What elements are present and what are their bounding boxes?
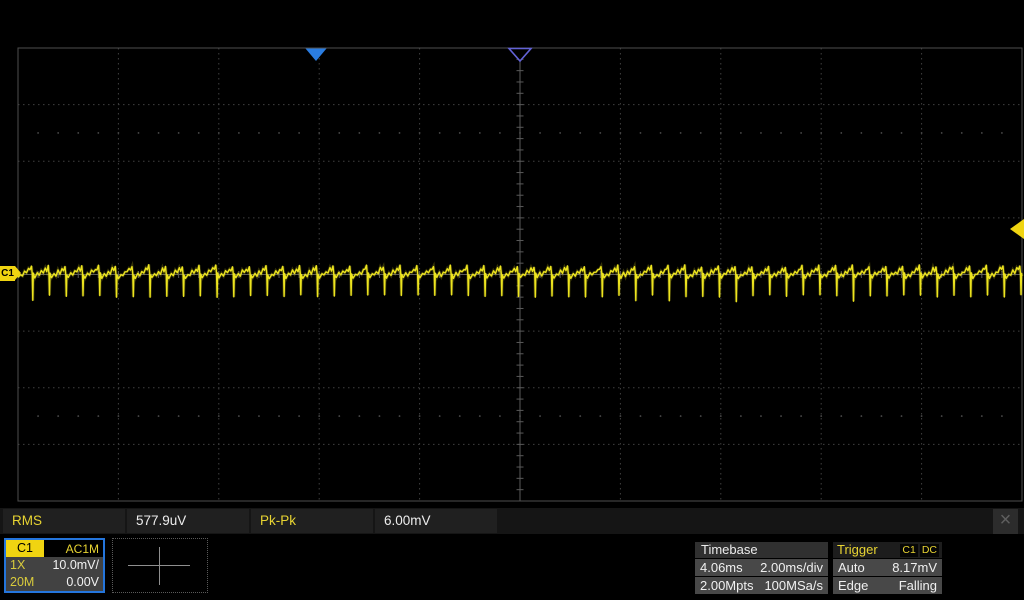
trigger-level-marker[interactable] <box>1010 219 1024 239</box>
bandwidth-limit: 20M <box>10 575 35 589</box>
vertical-offset: 0.00V <box>66 575 99 589</box>
trigger-mode: Auto <box>838 560 865 575</box>
crosshair-icon <box>113 539 207 592</box>
measurement-value-rms: 577.9uV <box>127 509 249 533</box>
trigger-coupling-chip[interactable]: DC <box>919 543 939 557</box>
vertical-scale: 10.0mV/ <box>52 558 99 572</box>
channel-offset-marker-label: C1 <box>1 268 14 279</box>
channel-info-box-c1[interactable]: C1 AC1M 1X 10.0mV/ 20M 0.00V <box>4 538 105 593</box>
trigger-position-marker[interactable] <box>305 48 327 62</box>
timebase-box[interactable]: Timebase 4.06ms 2.00ms/div 2.00Mpts 100M… <box>695 542 828 595</box>
trigger-box[interactable]: Trigger C1 DC Auto 8.17mV Edge Falling <box>833 542 942 595</box>
timebase-row-2: 2.00Mpts 100MSa/s <box>695 577 828 594</box>
timebase-delay: 4.06ms <box>700 560 743 575</box>
memory-depth: 2.00Mpts <box>700 578 754 593</box>
measurement-bar: RMS 577.9uV Pk-Pk 6.00mV × <box>0 508 1024 534</box>
trigger-header: Trigger C1 DC <box>833 542 942 558</box>
measurement-value-pkpk: 6.00mV <box>375 509 497 533</box>
probe-attenuation: 1X <box>10 558 26 572</box>
trigger-level: 8.17mV <box>892 560 937 575</box>
trigger-slope: Falling <box>898 578 937 593</box>
trigger-source-chip[interactable]: C1 <box>900 543 918 557</box>
trigger-chips: C1 DC <box>900 543 939 557</box>
measurement-label-rms[interactable]: RMS <box>3 509 125 533</box>
timebase-row-1: 4.06ms 2.00ms/div <box>695 559 828 576</box>
trigger-reference-marker <box>507 47 533 63</box>
channel-header: C1 AC1M <box>6 540 103 557</box>
timebase-title: Timebase <box>695 542 828 558</box>
timebase-scale: 2.00ms/div <box>760 560 823 575</box>
channel-row-offset: 20M 0.00V <box>6 574 103 591</box>
add-channel-placeholder[interactable] <box>112 538 208 593</box>
sample-rate: 100MSa/s <box>764 578 823 593</box>
waveform-display <box>16 47 1024 502</box>
channel-row-scale: 1X 10.0mV/ <box>6 557 103 574</box>
trigger-row-2: Edge Falling <box>833 577 942 594</box>
channel-coupling: AC1M <box>65 541 99 556</box>
trigger-title: Trigger <box>837 542 878 557</box>
oscilloscope-screen: C1 RMS 577.9uV Pk-Pk 6.00mV × C1 AC1M 1X… <box>0 0 1024 600</box>
channel-offset-marker-c1[interactable]: C1 <box>0 266 21 281</box>
trigger-type: Edge <box>838 578 869 593</box>
close-measurements-button[interactable]: × <box>993 508 1018 534</box>
channel-badge-c1[interactable]: C1 <box>6 540 44 557</box>
close-icon: × <box>999 508 1012 531</box>
trigger-row-1: Auto 8.17mV <box>833 559 942 576</box>
measurement-label-pkpk[interactable]: Pk-Pk <box>251 509 373 533</box>
status-bar: C1 AC1M 1X 10.0mV/ 20M 0.00V Timebase 4.… <box>0 536 1024 600</box>
